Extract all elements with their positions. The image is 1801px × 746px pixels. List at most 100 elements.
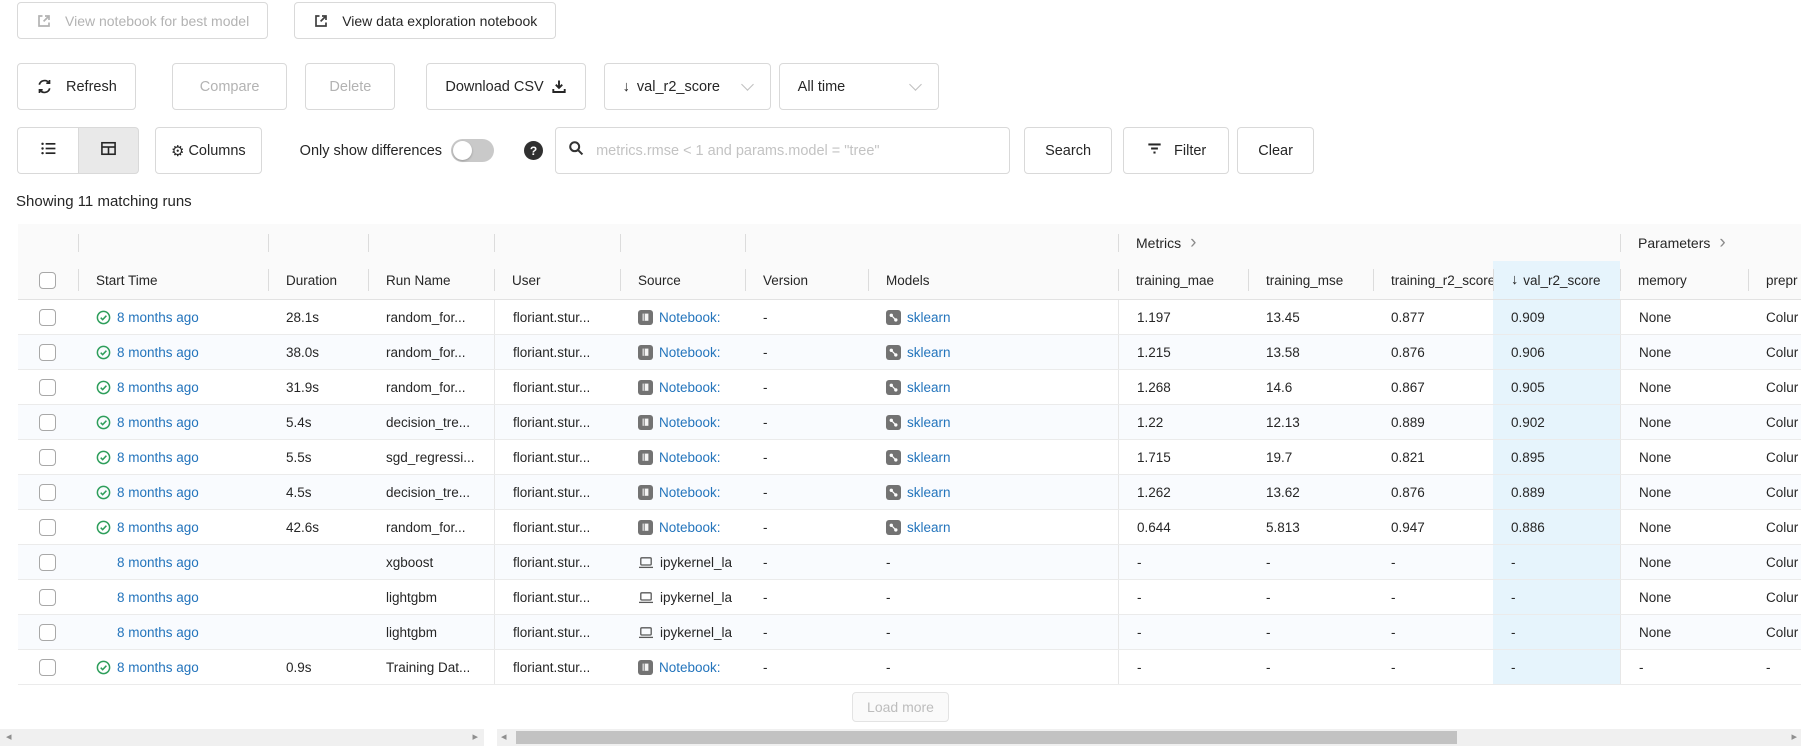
columns-button[interactable]: ⚙ Columns xyxy=(155,127,262,174)
duration-cell: 31.9s xyxy=(268,370,368,404)
source-link[interactable]: Notebook: xyxy=(659,415,721,430)
source-link[interactable]: Notebook: xyxy=(659,520,721,535)
column-header-start-time[interactable]: Start Time xyxy=(78,261,268,299)
search-input[interactable] xyxy=(594,141,998,160)
user-value: floriant.stur... xyxy=(513,554,591,570)
column-header-training-mse[interactable]: training_mse xyxy=(1248,261,1373,299)
training-r2-score-cell: 0.867 xyxy=(1373,370,1493,404)
model-link[interactable]: sklearn xyxy=(907,485,951,500)
row-checkbox[interactable] xyxy=(39,343,56,361)
filter-icon xyxy=(1146,140,1163,161)
version-value: - xyxy=(763,659,768,675)
frozen-pane-scrollbar[interactable]: ◂ ▸ xyxy=(0,729,484,746)
run-name-value: decision_tre... xyxy=(386,414,471,430)
download-csv-button[interactable]: Download CSV xyxy=(426,63,586,110)
start-time-link[interactable]: 8 months ago xyxy=(117,625,199,640)
model-link[interactable]: sklearn xyxy=(907,345,951,360)
memory-cell: None xyxy=(1620,335,1748,369)
list-view-button[interactable] xyxy=(17,127,78,174)
run-status-success-icon xyxy=(96,415,111,430)
scroll-left-icon[interactable]: ◂ xyxy=(501,732,507,743)
column-header-training-mae[interactable]: training_mae xyxy=(1118,261,1248,299)
training-r2-score-value: 0.877 xyxy=(1391,309,1425,325)
start-time-link[interactable]: 8 months ago xyxy=(117,310,199,325)
column-header-preprocessor[interactable]: prepr xyxy=(1748,261,1801,299)
start-time-link[interactable]: 8 months ago xyxy=(117,380,199,395)
training-mae-cell: 1.22 xyxy=(1118,405,1248,439)
model-link[interactable]: sklearn xyxy=(907,310,951,325)
start-time-link[interactable]: 8 months ago xyxy=(117,660,199,675)
compare-button[interactable]: Compare xyxy=(171,63,288,110)
source-link[interactable]: Notebook: xyxy=(659,380,721,395)
row-checkbox[interactable] xyxy=(39,588,56,606)
column-header-version[interactable]: Version xyxy=(745,261,868,299)
main-pane-scrollbar[interactable]: ◂ ▸ xyxy=(497,729,1801,746)
parameters-group-header[interactable]: Parameters › xyxy=(1638,233,1726,252)
help-icon[interactable]: ? xyxy=(524,141,544,160)
run-name-cell: xgboost xyxy=(368,545,494,579)
start-time-link[interactable]: 8 months ago xyxy=(117,520,199,535)
training-mae-value: 1.22 xyxy=(1137,414,1164,430)
run-row: 8 months ago 5.4s decision_tre... floriant.… xyxy=(18,405,1801,440)
source-link[interactable]: Notebook: xyxy=(659,450,721,465)
start-time-link[interactable]: 8 months ago xyxy=(117,555,199,570)
start-time-cell: 8 months ago xyxy=(78,615,268,649)
row-checkbox[interactable] xyxy=(39,413,56,431)
row-checkbox[interactable] xyxy=(39,518,56,536)
sort-by-dropdown[interactable]: ↓ val_r2_score xyxy=(603,63,771,110)
memory-cell: None xyxy=(1620,300,1748,334)
start-time-link[interactable]: 8 months ago xyxy=(117,450,199,465)
source-link[interactable]: Notebook: xyxy=(659,660,721,675)
model-link[interactable]: sklearn xyxy=(907,520,951,535)
scroll-left-icon[interactable]: ◂ xyxy=(6,732,12,743)
delete-button[interactable]: Delete xyxy=(305,63,396,110)
scroll-right-icon[interactable]: ▸ xyxy=(1791,732,1797,743)
source-link[interactable]: Notebook: xyxy=(659,485,721,500)
load-more-button[interactable]: Load more xyxy=(852,691,949,722)
metrics-group-header[interactable]: Metrics › xyxy=(1136,233,1196,252)
start-time-link[interactable]: 8 months ago xyxy=(117,590,199,605)
row-checkbox[interactable] xyxy=(39,378,56,396)
start-time-link[interactable]: 8 months ago xyxy=(117,345,199,360)
scrollbar-thumb[interactable] xyxy=(515,731,1457,744)
column-header-duration[interactable]: Duration xyxy=(268,261,368,299)
column-header-source[interactable]: Source xyxy=(620,261,745,299)
model-link[interactable]: sklearn xyxy=(907,415,951,430)
column-header-training-r2-score[interactable]: training_r2_score xyxy=(1373,261,1493,299)
view-data-exploration-notebook-button[interactable]: View data exploration notebook xyxy=(294,2,557,39)
clear-button[interactable]: Clear xyxy=(1237,127,1314,174)
refresh-button[interactable]: Refresh xyxy=(17,63,136,110)
view-best-model-notebook-button[interactable]: View notebook for best model xyxy=(17,2,269,39)
source-link[interactable]: Notebook: xyxy=(659,345,721,360)
row-checkbox[interactable] xyxy=(39,448,56,466)
only-show-differences-toggle[interactable] xyxy=(451,139,495,162)
start-time-link[interactable]: 8 months ago xyxy=(117,485,199,500)
filter-button[interactable]: Filter xyxy=(1123,127,1230,174)
model-link[interactable]: sklearn xyxy=(907,380,951,395)
table-view-button[interactable] xyxy=(78,127,139,174)
val-r2-score-cell: - xyxy=(1493,545,1620,579)
start-time-link[interactable]: 8 months ago xyxy=(117,415,199,430)
training-mse-cell: - xyxy=(1248,545,1373,579)
training-mse-cell: 13.62 xyxy=(1248,475,1373,509)
time-range-dropdown[interactable]: All time xyxy=(778,63,939,110)
column-header-memory[interactable]: memory xyxy=(1620,261,1748,299)
row-checkbox[interactable] xyxy=(39,658,56,676)
column-header-val-r2-score[interactable]: ↓ val_r2_score xyxy=(1493,261,1620,299)
training-mae-cell: 1.262 xyxy=(1118,475,1248,509)
scroll-right-icon[interactable]: ▸ xyxy=(472,732,478,743)
row-checkbox[interactable] xyxy=(39,553,56,571)
row-checkbox[interactable] xyxy=(39,483,56,501)
column-header-user[interactable]: User xyxy=(494,261,620,299)
source-link[interactable]: Notebook: xyxy=(659,310,721,325)
column-header-run-name[interactable]: Run Name xyxy=(368,261,494,299)
preprocessor-cell: Colur xyxy=(1748,545,1801,579)
row-checkbox[interactable] xyxy=(39,308,56,326)
row-checkbox[interactable] xyxy=(39,623,56,641)
select-all-checkbox[interactable] xyxy=(39,271,56,289)
val-r2-score-cell: - xyxy=(1493,650,1620,684)
column-header-models[interactable]: Models xyxy=(868,261,1118,299)
memory-cell: None xyxy=(1620,370,1748,404)
model-link[interactable]: sklearn xyxy=(907,450,951,465)
search-button[interactable]: Search xyxy=(1024,127,1113,174)
